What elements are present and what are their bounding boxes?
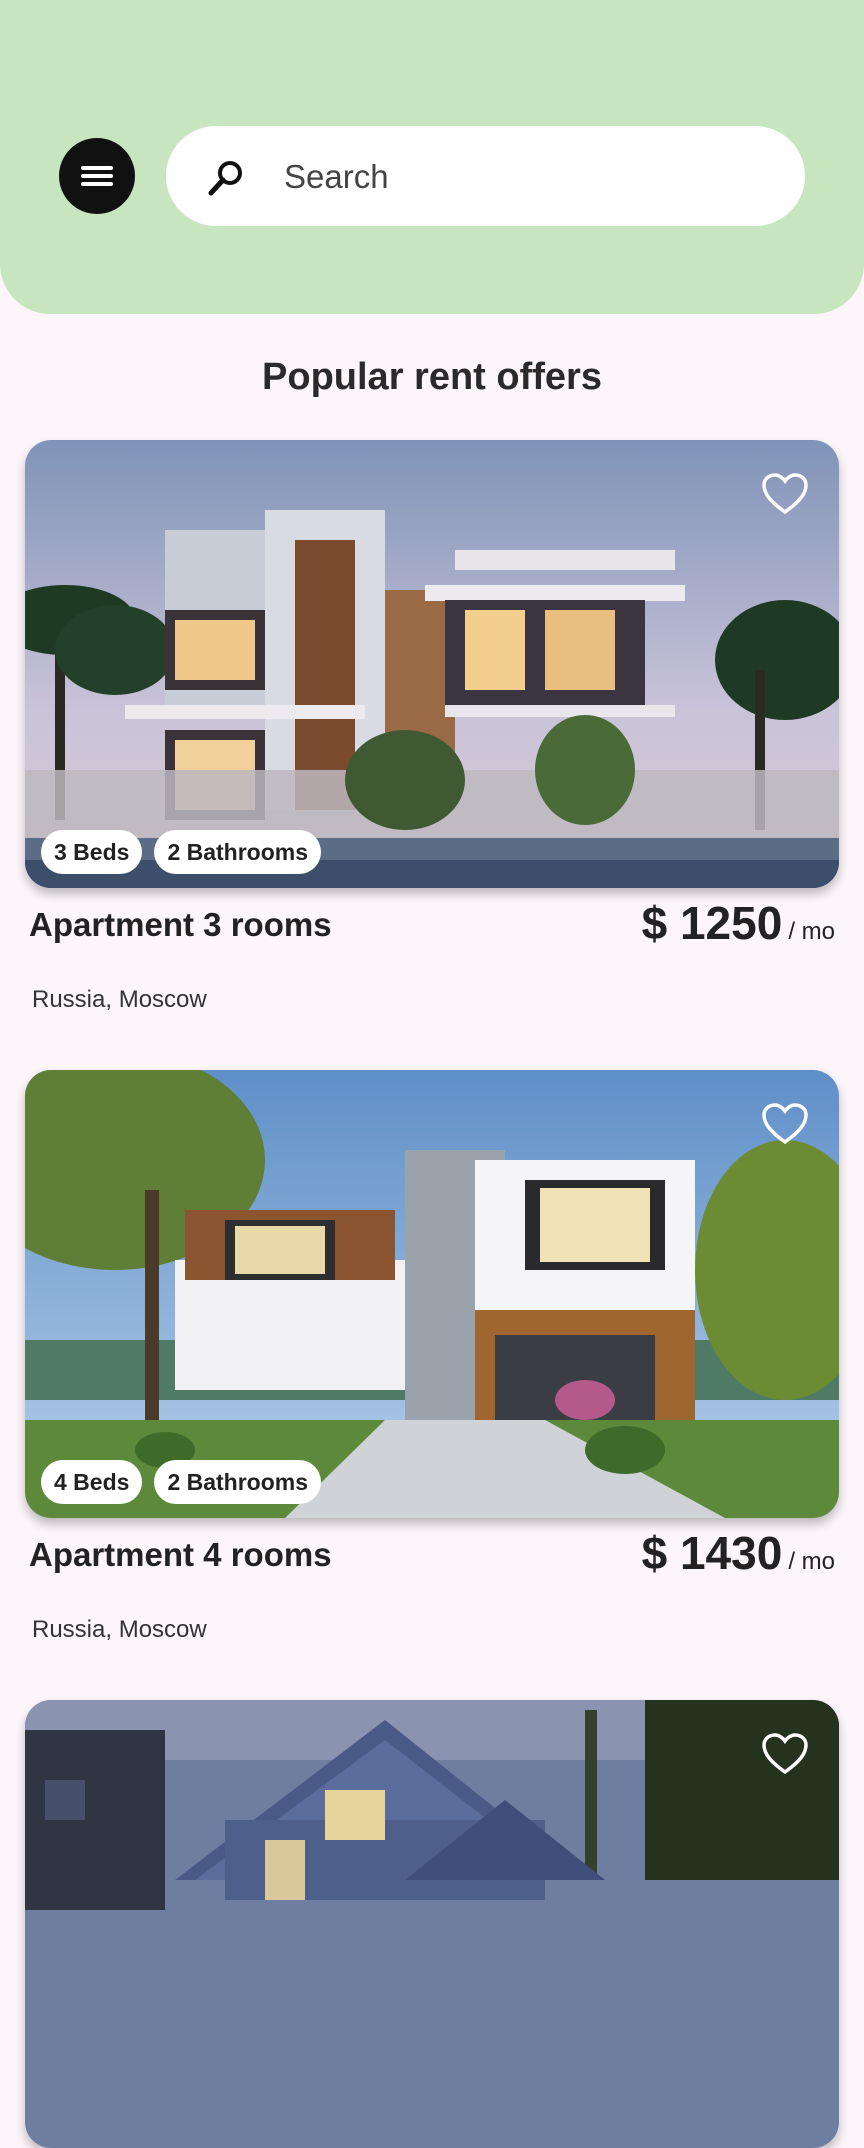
listing-card[interactable]: 3 Beds 2 Bathrooms Apartment 3 rooms $ 1… [25, 440, 839, 1020]
price-period: / mo [788, 918, 835, 945]
listing-price: $ 1250/ mo [642, 896, 835, 950]
beds-chip: 4 Beds [41, 1460, 143, 1504]
menu-button[interactable] [59, 138, 135, 214]
menu-icon-line [81, 166, 113, 170]
listing-price: $ 1430/ mo [642, 1526, 835, 1580]
beds-chip: 3 Beds [41, 830, 143, 874]
listing-photo[interactable] [25, 1700, 839, 2148]
listing-location: Russia, Moscow [32, 1616, 207, 1643]
price-period: / mo [788, 1548, 835, 1575]
listing-title: Apartment 4 rooms [29, 1536, 332, 1573]
price-amount: $ 1250 [641, 897, 783, 949]
baths-chip: 2 Bathrooms [154, 830, 322, 874]
house-image [25, 1070, 839, 1518]
search-input[interactable] [282, 148, 766, 206]
listing-photo[interactable]: 4 Beds 2 Bathrooms [25, 1070, 839, 1518]
feature-chips: 4 Beds 2 Bathrooms [41, 1460, 322, 1504]
section-title: Popular rent offers [262, 356, 602, 398]
house-image [25, 1700, 839, 2148]
favorite-heart-icon[interactable] [761, 1732, 809, 1776]
search-icon [208, 161, 242, 196]
house-image [25, 440, 839, 888]
feature-chips: 3 Beds 2 Bathrooms [41, 830, 322, 874]
menu-icon-line [81, 174, 113, 178]
listing-card[interactable] [25, 1700, 839, 2148]
listing-location: Russia, Moscow [32, 986, 207, 1013]
favorite-heart-icon[interactable] [761, 1102, 809, 1146]
baths-chip: 2 Bathrooms [154, 1460, 322, 1504]
listing-photo[interactable]: 3 Beds 2 Bathrooms [25, 440, 839, 888]
header [0, 0, 864, 314]
favorite-heart-icon[interactable] [761, 472, 809, 516]
listing-card[interactable]: 4 Beds 2 Bathrooms Apartment 4 rooms $ 1… [25, 1070, 839, 1650]
menu-icon-line [81, 182, 113, 186]
price-amount: $ 1430 [641, 1527, 783, 1579]
listing-title: Apartment 3 rooms [29, 906, 332, 943]
search-bar[interactable] [166, 126, 805, 226]
